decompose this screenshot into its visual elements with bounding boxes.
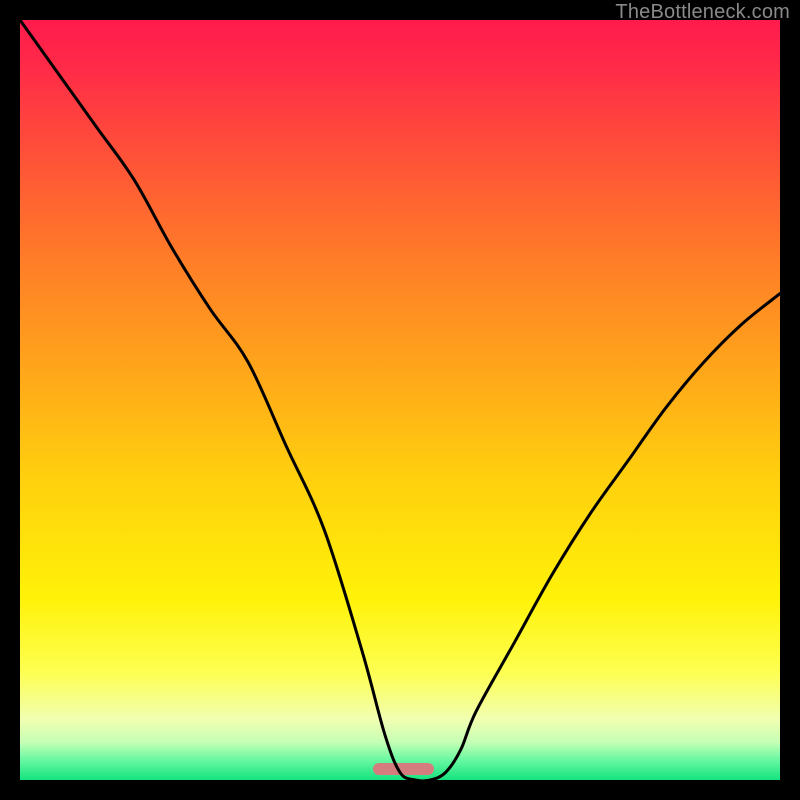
- watermark-text: TheBottleneck.com: [615, 1, 790, 24]
- plot-area: [20, 20, 780, 780]
- chart-frame: TheBottleneck.com: [0, 0, 800, 800]
- bottleneck-curve: [20, 20, 780, 780]
